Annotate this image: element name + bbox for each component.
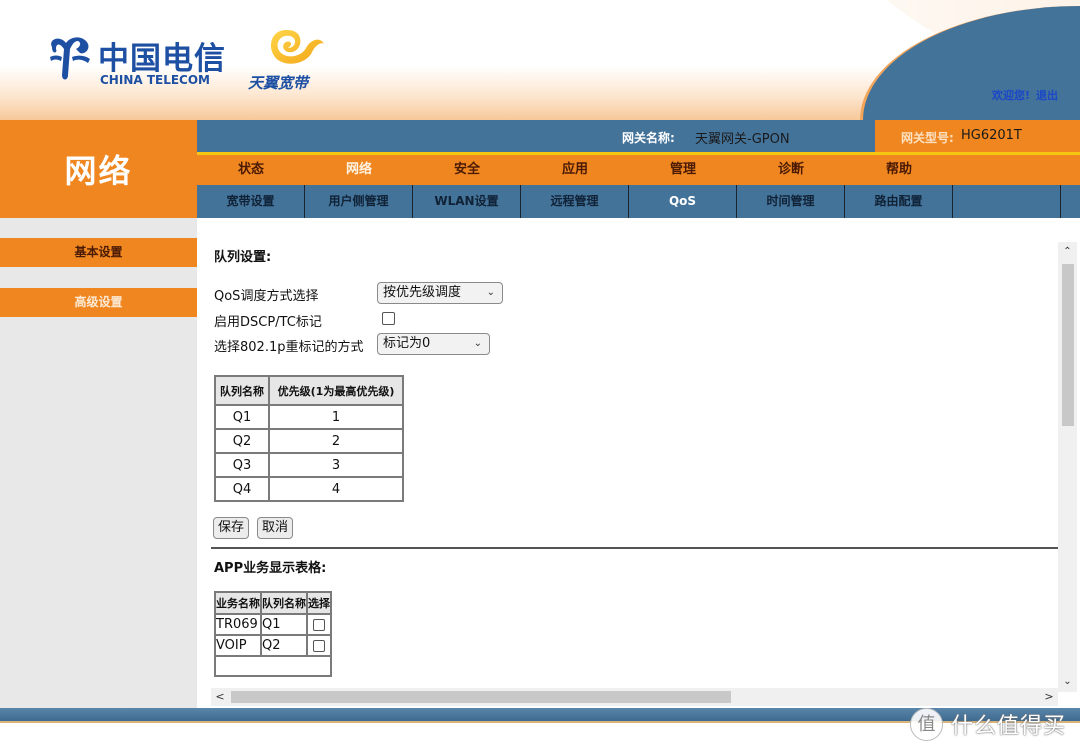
scroll-right-icon[interactable]: > (1042, 688, 1056, 706)
qos-mode-label: QoS调度方式选择 (214, 289, 319, 304)
scroll-left-icon[interactable]: < (213, 688, 227, 706)
queue-name-cell: Q1 (214, 404, 270, 430)
horizontal-scrollbar[interactable]: < > (211, 688, 1058, 706)
queue-table-header-priority: 优先级(1为最高优先级) (268, 375, 404, 406)
table-row: VOIP Q2 (214, 634, 332, 657)
gateway-info-bar: 网关名称: 天翼网关-GPON 网关型号: HG6201T (197, 120, 1080, 152)
app-table-header-row: 业务名称 队列名称 选择 (214, 591, 332, 615)
queue-priority-cell: 4 (268, 476, 404, 502)
app-table-header-queue: 队列名称 (260, 591, 308, 615)
app-service-table: 业务名称 队列名称 选择 TR069 Q1 VOIP Q2 (214, 591, 332, 677)
dscp-label: 启用DSCP/TC标记 (214, 315, 322, 330)
voip-select-checkbox[interactable] (313, 639, 325, 652)
section-divider (211, 547, 1061, 549)
remark-mode-label: 选择802.1p重标记的方式 (214, 340, 364, 355)
china-telecom-emblem-icon (50, 37, 90, 80)
gateway-model-value: HG6201T (961, 128, 1022, 143)
section-title: 网络 (64, 152, 133, 190)
welcome-text: 欢迎您! (991, 89, 1030, 102)
main-nav-application[interactable]: 应用 (521, 155, 629, 185)
gateway-model-box: 网关型号: HG6201T (875, 120, 1080, 152)
remark-mode-selected-value: 标记为0 (383, 336, 431, 351)
dscp-checkbox[interactable] (382, 312, 395, 325)
service-select-cell (306, 634, 332, 657)
logout-link[interactable]: 退出 (1036, 89, 1058, 102)
scroll-up-icon[interactable]: ⌃ (1058, 244, 1077, 260)
main-nav-security[interactable]: 安全 (413, 155, 521, 185)
main-nav-network[interactable]: 网络 (305, 155, 413, 185)
vertical-scrollbar[interactable]: ⌃ ⌄ (1058, 242, 1077, 692)
sub-nav-remote-management[interactable]: 远程管理 (521, 185, 629, 218)
gateway-name-label: 网关名称: (622, 131, 675, 145)
main-nav-help[interactable]: 帮助 (845, 155, 953, 185)
content-frame: 队列设置: QoS调度方式选择 按优先级调度 ⌄ 启用DSCP/TC标记 选择8… (197, 218, 1080, 708)
qos-mode-selected-value: 按优先级调度 (383, 285, 462, 300)
horizontal-scroll-thumb[interactable] (231, 691, 731, 703)
queue-priority-cell: 1 (268, 404, 404, 430)
sidebar-item-advanced-settings[interactable]: 高级设置 (0, 288, 197, 317)
watermark-logo-icon: 值 (910, 707, 943, 741)
sub-nav-empty-cell (953, 185, 1061, 218)
queue-name-cell: Q2 (214, 428, 270, 454)
watermark-text: 什么值得买 (951, 714, 1067, 739)
brand-name-en: CHINA TELECOM (100, 73, 210, 87)
tianyi-swirl-icon (271, 30, 324, 64)
chevron-down-icon: ⌄ (486, 287, 495, 298)
service-queue-cell: Q2 (260, 634, 308, 657)
app-table-header-service: 业务名称 (214, 591, 262, 615)
queue-table: 队列名称 优先级(1为最高优先级) Q1 1 Q2 2 Q3 3 Q4 4 (214, 375, 404, 502)
chevron-down-icon: ⌄ (473, 338, 482, 349)
service-name-cell: VOIP (214, 634, 262, 657)
service-name-cell: TR069 (214, 613, 262, 636)
sub-nav-time-management[interactable]: 时间管理 (737, 185, 845, 218)
section-title-box: 网络 (0, 120, 197, 218)
table-row: TR069 Q1 (214, 613, 332, 636)
watermark: 值 什么值得买 (910, 706, 1066, 742)
sidebar-item-basic-settings[interactable]: 基本设置 (0, 238, 197, 267)
header-banner: 中国电信 CHINA TELECOM 天翼宽带 欢迎您! 退出 (0, 0, 1080, 120)
sub-nav: 宽带设置 用户侧管理 WLAN设置 远程管理 QoS 时间管理 路由配置 (197, 185, 1080, 218)
vertical-scroll-thumb[interactable] (1062, 264, 1074, 426)
queue-priority-cell: 2 (268, 428, 404, 454)
main-nav: 状态 网络 安全 应用 管理 诊断 帮助 (197, 155, 1080, 185)
main-nav-diagnosis[interactable]: 诊断 (737, 155, 845, 185)
table-row: Q4 4 (214, 476, 404, 502)
gateway-name-value: 天翼网关-GPON (695, 132, 790, 147)
queue-settings-heading: 队列设置: (214, 250, 272, 265)
queue-name-cell: Q4 (214, 476, 270, 502)
main-nav-management[interactable]: 管理 (629, 155, 737, 185)
router-admin-page: 中国电信 CHINA TELECOM 天翼宽带 欢迎您! 退出 网络 网关名称:… (0, 0, 1080, 751)
sub-nav-user-side-management[interactable]: 用户侧管理 (305, 185, 413, 218)
tr069-select-checkbox[interactable] (313, 618, 325, 631)
sub-nav-broadband-settings[interactable]: 宽带设置 (197, 185, 305, 218)
remark-mode-select[interactable]: 标记为0 ⌄ (377, 333, 490, 355)
queue-name-cell: Q3 (214, 452, 270, 478)
save-button[interactable]: 保存 (213, 517, 250, 539)
sub-nav-route-config[interactable]: 路由配置 (845, 185, 953, 218)
table-row-empty (214, 655, 332, 677)
brand-name-cn: 中国电信 (98, 41, 226, 77)
queue-table-header-name: 队列名称 (214, 375, 270, 406)
cancel-button[interactable]: 取消 (257, 517, 294, 539)
queue-table-header-row: 队列名称 优先级(1为最高优先级) (214, 375, 404, 406)
left-sidebar: 基本设置 高级设置 (0, 218, 197, 708)
table-row: Q1 1 (214, 404, 404, 430)
app-table-header-select: 选择 (306, 591, 332, 615)
table-row: Q2 2 (214, 428, 404, 454)
sub-brand-name: 天翼宽带 (248, 74, 309, 92)
welcome-area: 欢迎您! 退出 (992, 87, 1058, 103)
qos-mode-select[interactable]: 按优先级调度 ⌄ (377, 282, 503, 304)
gateway-model-label: 网关型号: (901, 131, 954, 145)
app-table-heading: APP业务显示表格: (214, 561, 327, 576)
service-select-cell (306, 613, 332, 636)
main-nav-status[interactable]: 状态 (197, 155, 305, 185)
service-queue-cell: Q1 (260, 613, 308, 636)
sub-nav-wlan-settings[interactable]: WLAN设置 (413, 185, 521, 218)
scroll-down-icon[interactable]: ⌄ (1058, 674, 1077, 690)
sub-nav-qos[interactable]: QoS (629, 185, 737, 218)
table-row: Q3 3 (214, 452, 404, 478)
empty-cell (214, 655, 332, 677)
queue-priority-cell: 3 (268, 452, 404, 478)
